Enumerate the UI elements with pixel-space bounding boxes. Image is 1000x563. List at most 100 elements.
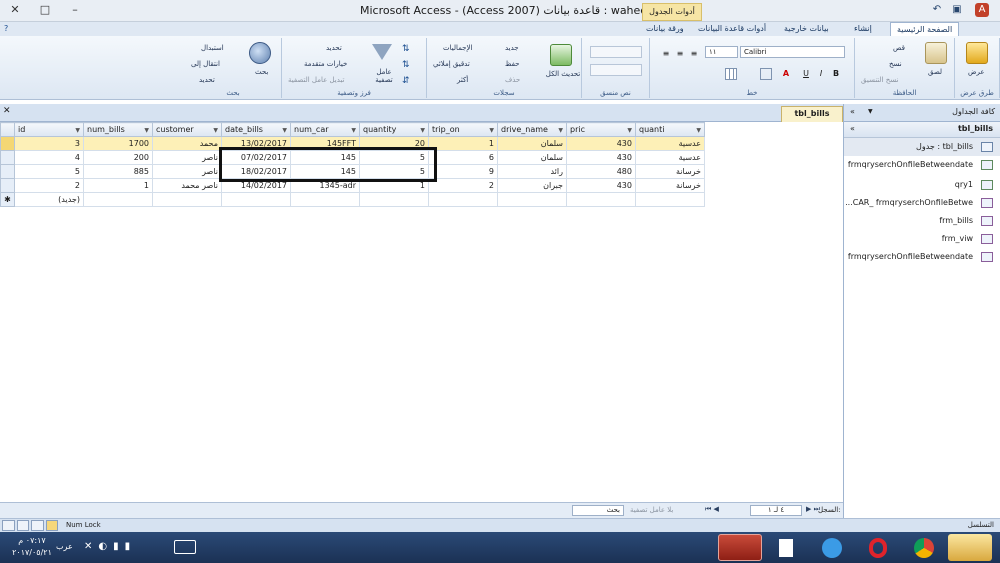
column-header-date-bills[interactable]: date_bills ▼ — [221, 122, 291, 137]
find-button[interactable]: بحث — [255, 68, 268, 76]
nav-group-header[interactable]: « tbl_bills — [844, 122, 1000, 138]
column-header-trip-on[interactable]: trip_on ▼ — [428, 122, 498, 137]
replace-button[interactable]: استبدال — [201, 44, 224, 52]
cell-empty[interactable] — [152, 192, 222, 207]
select-button[interactable]: تحديد — [199, 76, 215, 84]
column-header-num-bills[interactable]: num_bills ▼ — [83, 122, 153, 137]
tab-create[interactable]: إنشاء — [848, 22, 878, 36]
clear-sort-icon[interactable]: ⇵ — [402, 76, 410, 86]
cell-empty[interactable] — [83, 192, 153, 207]
spelling-button[interactable]: تدقيق إملائي — [433, 60, 470, 68]
chevron-down-icon[interactable]: ▼ — [144, 127, 149, 134]
cell-drive-name[interactable]: رائد — [497, 164, 567, 179]
cell-num-bills[interactable]: 1700 — [83, 136, 153, 151]
ie-taskbar-icon[interactable] — [810, 534, 854, 561]
design-view-icon[interactable] — [45, 520, 58, 531]
select-all-cell[interactable] — [0, 122, 15, 137]
cell-empty[interactable] — [566, 192, 636, 207]
nav-buttons-icon[interactable]: ⏮ ◀ — [705, 505, 719, 514]
totals-button[interactable]: الإجماليات — [443, 44, 472, 52]
align-left-icon[interactable]: ≡ — [688, 48, 700, 60]
cell-drive-name[interactable]: سلمان — [497, 136, 567, 151]
chevron-down-icon[interactable]: ▼ — [351, 127, 356, 134]
access-taskbar-icon[interactable] — [718, 534, 762, 561]
cell-pric[interactable]: 480 — [566, 164, 636, 179]
cell-id[interactable]: 4 — [14, 150, 84, 165]
chevron-down-icon[interactable]: ▼ — [627, 127, 632, 134]
undo-icon[interactable]: ↶ — [930, 3, 944, 17]
opera-taskbar-icon[interactable] — [856, 534, 900, 561]
copy-button[interactable]: نسخ — [889, 60, 902, 68]
cell-trip-on[interactable]: 2 — [428, 178, 498, 193]
cell-pric[interactable]: 430 — [566, 136, 636, 151]
context-tab-table-tools[interactable]: أدوات الجدول — [642, 3, 702, 21]
cell-drive-name[interactable]: جبران — [497, 178, 567, 193]
chevron-down-icon[interactable]: ▼ — [282, 127, 287, 134]
sort-descending-icon[interactable]: ⇅ — [402, 60, 410, 70]
tab-external-data[interactable]: بيانات خارجية — [778, 22, 835, 36]
binoculars-icon[interactable] — [249, 42, 271, 64]
cell-quanti[interactable]: خرسانة — [635, 178, 705, 193]
chevron-down-icon[interactable]: ▼ — [75, 127, 80, 134]
record-position-input[interactable]: ٤ لـ ١ — [750, 505, 802, 516]
cell-num-bills[interactable]: 885 — [83, 164, 153, 179]
nav-item-query[interactable]: frmqryserchOnfileBetweendate — [844, 156, 1000, 174]
row-selector[interactable] — [0, 164, 15, 179]
column-header-num-car[interactable]: num_car ▼ — [290, 122, 360, 137]
shutter-icon[interactable]: « — [850, 107, 855, 116]
view-icon[interactable] — [966, 42, 988, 64]
chevron-down-icon[interactable]: ▼ — [420, 127, 425, 134]
font-name-combo[interactable]: Calibri — [740, 46, 845, 58]
paste-icon[interactable] — [925, 42, 947, 64]
column-header-quantity[interactable]: quantity ▼ — [359, 122, 429, 137]
fill-color-icon[interactable] — [760, 68, 772, 80]
refresh-icon[interactable] — [550, 44, 572, 66]
collapse-icon[interactable]: « — [850, 124, 855, 133]
nav-item-form[interactable]: CAR_ frmqryserchOnfileBetwe... — [844, 194, 1000, 212]
nav-item-form[interactable]: frm_viw — [844, 230, 1000, 248]
cell-trip-on[interactable]: 6 — [428, 150, 498, 165]
office-button-icon[interactable]: A — [975, 3, 989, 17]
nav-item-table[interactable]: tbl_bills : جدول — [844, 138, 1000, 156]
minimize-button[interactable]: – — [60, 0, 90, 20]
save-record-button[interactable]: حفظ — [505, 60, 520, 68]
chrome-taskbar-icon[interactable] — [902, 534, 946, 561]
paste-button[interactable]: لصق — [928, 68, 942, 76]
chevron-down-icon[interactable]: ▼ — [696, 127, 701, 134]
cell-empty[interactable] — [290, 192, 360, 207]
row-selector[interactable] — [0, 150, 15, 165]
sort-ascending-icon[interactable]: ⇅ — [402, 44, 410, 54]
view-button[interactable]: عرض — [968, 68, 985, 76]
more-button[interactable]: أكثر — [457, 76, 468, 84]
record-search-input[interactable]: بحث — [572, 505, 624, 516]
column-header-drive-name[interactable]: drive_name ▼ — [497, 122, 567, 137]
cell-empty[interactable] — [497, 192, 567, 207]
new-record-button[interactable]: جديد — [505, 44, 519, 52]
column-header-quanti[interactable]: quanti ▼ — [635, 122, 705, 137]
document-taskbar-icon[interactable] — [764, 534, 808, 561]
cell-trip-on[interactable]: 9 — [428, 164, 498, 179]
filter-button[interactable]: عامل تصفية — [372, 68, 396, 84]
cell-num-bills[interactable]: 1 — [83, 178, 153, 193]
cell-customer[interactable]: ناصر محمد — [152, 178, 222, 193]
cell-pric[interactable]: 430 — [566, 150, 636, 165]
format-painter-button[interactable]: نسخ التنسيق — [861, 76, 898, 84]
cell-pric[interactable]: 430 — [566, 178, 636, 193]
cell-empty[interactable] — [428, 192, 498, 207]
cell-num-bills[interactable]: 200 — [83, 150, 153, 165]
cell-id[interactable]: (جديد) — [14, 192, 84, 207]
cell-quanti[interactable]: خرسانة — [635, 164, 705, 179]
help-icon[interactable]: ? — [4, 24, 8, 33]
column-header-customer[interactable]: customer ▼ — [152, 122, 222, 137]
chevron-down-icon[interactable]: ▼ — [213, 127, 218, 134]
advanced-filter-button[interactable]: خيارات متقدمة — [304, 60, 347, 68]
keyboard-icon[interactable] — [174, 540, 196, 554]
align-center-icon[interactable]: ≡ — [674, 48, 686, 60]
tab-home[interactable]: الصفحة الرئيسية — [890, 22, 960, 36]
underline-button[interactable]: U — [800, 68, 812, 80]
save-icon[interactable]: ▣ — [950, 3, 964, 17]
cell-customer[interactable]: ناصر — [152, 164, 222, 179]
new-record-row[interactable]: ✱ (جديد) — [0, 192, 705, 207]
nav-item-form[interactable]: frmqryserchOnfileBetweendate — [844, 248, 1000, 266]
align-right-icon[interactable]: ≡ — [660, 48, 672, 60]
